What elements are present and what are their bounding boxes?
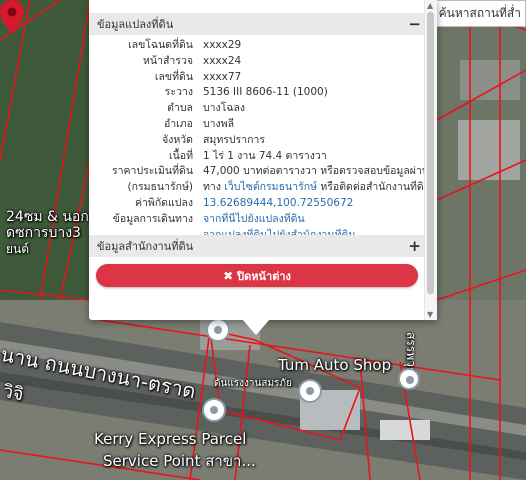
info-value: สมุทรปราการ <box>203 133 265 146</box>
map-poi-label[interactable]: Tum Auto Shop <box>278 356 391 374</box>
info-text: หรือติดต่อสำนักงานที่ดิน <box>317 181 425 194</box>
expand-icon[interactable]: + <box>408 238 421 254</box>
popup-content[interactable]: ข้อมูลแปลงที่ดิน − เลขโฉนดที่ดิน xxxx29 … <box>89 0 425 320</box>
info-label: ระวาง <box>164 86 193 99</box>
info-value: 5136 III 8606-11 (1000) <box>203 86 328 99</box>
treasury-website-link[interactable]: เว็บไซต์กรมธนารักษ์ <box>224 181 317 193</box>
info-value: xxxx29 <box>203 39 242 51</box>
info-row: เนื้อที่ 1 ไร่ 1 งาน 74.4 ตารางวา <box>89 149 425 165</box>
scroll-down-icon[interactable]: ▼ <box>427 310 433 319</box>
info-label: ข้อมูลการเดินทาง <box>112 212 193 225</box>
land-office-header[interactable]: ข้อมูลสำนักงานที่ดิน + <box>89 235 425 257</box>
info-label: ค่าพิกัดแปลง <box>134 196 193 209</box>
info-row: เลขโฉนดที่ดิน xxxx29 <box>89 38 425 54</box>
map-poi-label[interactable]: Service Point สาขา... <box>103 449 256 473</box>
info-row: ราคาประเมินที่ดิน 47,000 บาทต่อตารางวา ห… <box>89 164 425 180</box>
map-pin-icon[interactable] <box>0 0 24 34</box>
section-title: ข้อมูลแปลงที่ดิน <box>97 18 174 31</box>
close-button-label: ปิดหน้าต่าง <box>237 269 291 283</box>
info-label: เนื้อที่ <box>169 149 193 162</box>
info-row: หน้าสำรวจ xxxx24 <box>89 54 425 70</box>
info-row: อำเภอ บางพลี <box>89 117 425 133</box>
section-title: ข้อมูลสำนักงานที่ดิน <box>97 240 194 253</box>
map-search-hint[interactable]: ค้นหาสถานที่ส่ำ <box>433 0 526 27</box>
info-label: อำเภอ <box>163 117 193 130</box>
map-poi-label[interactable]: Kerry Express Parcel <box>94 430 246 448</box>
poi-icon[interactable] <box>202 398 226 422</box>
poi-icon[interactable] <box>206 318 230 342</box>
info-row: ค่าพิกัดแปลง 13.62689444,100.72550672 <box>89 196 425 212</box>
info-row: ข้อมูลการเดินทาง จากที่นี่ไปยังแปลงที่ดิ… <box>89 212 425 228</box>
map-poi-label[interactable]: ดันแรงงานสมรภัย <box>214 376 292 391</box>
directions-to-parcel-link[interactable]: จากที่นี่ไปยังแปลงที่ดิน <box>203 212 425 228</box>
close-icon: ✖ <box>223 268 234 283</box>
collapse-icon[interactable]: − <box>408 16 421 32</box>
poi-icon[interactable] <box>398 368 420 390</box>
poi-icon[interactable] <box>298 379 322 403</box>
scrollbar-thumb[interactable] <box>427 12 434 294</box>
info-row: เลขที่ดิน xxxx77 <box>89 70 425 86</box>
coordinates-link[interactable]: 13.62689444,100.72550672 <box>203 196 425 212</box>
info-text: ทาง <box>203 181 225 194</box>
info-label: เลขโฉนดที่ดิน <box>128 39 193 51</box>
info-value: บางพลี <box>203 117 235 130</box>
info-row: ระวาง 5136 III 8606-11 (1000) <box>89 85 425 101</box>
info-row: ตำบล บางโฉลง <box>89 101 425 117</box>
info-row: จังหวัด สมุทรปราการ <box>89 133 425 149</box>
parcel-info-table: เลขโฉนดที่ดิน xxxx29 หน้าสำรวจ xxxx24 เล… <box>89 38 425 243</box>
info-value: บางโฉลง <box>203 102 246 115</box>
info-label: เลขที่ดิน <box>154 70 193 83</box>
info-label: ราคาประเมินที่ดิน <box>111 165 193 178</box>
parcel-info-header[interactable]: ข้อมูลแปลงที่ดิน − <box>89 13 425 35</box>
info-value: 47,000 บาทต่อตารางวา หรือตรวจสอบข้อมูลผ่… <box>203 165 425 178</box>
info-label: หน้าสำรวจ <box>143 54 193 67</box>
info-row: (กรมธนารักษ์) ทาง เว็บไซต์กรมธนารักษ์ หร… <box>89 180 425 196</box>
info-label: (กรมธนารักษ์) <box>127 181 193 194</box>
popup-pointer <box>242 319 270 335</box>
popup-scrollbar[interactable]: ▲ ▼ <box>424 0 437 320</box>
info-label: จังหวัด <box>162 133 193 146</box>
info-value: xxxx24 <box>203 54 242 67</box>
close-window-button[interactable]: ✖ ปิดหน้าต่าง <box>96 264 418 287</box>
info-value: xxxx77 <box>203 70 242 83</box>
info-value: 1 ไร่ 1 งาน 74.4 ตารางวา <box>203 149 327 162</box>
scroll-up-icon[interactable]: ▲ <box>427 1 433 10</box>
parcel-info-popup: ข้อมูลแปลงที่ดิน − เลขโฉนดที่ดิน xxxx29 … <box>89 0 437 320</box>
info-label: ตำบล <box>167 102 193 115</box>
map-road-label: ยนต์ <box>6 242 30 256</box>
info-value: ทาง เว็บไซต์กรมธนารักษ์ หรือติดต่อสำนักง… <box>203 180 425 196</box>
